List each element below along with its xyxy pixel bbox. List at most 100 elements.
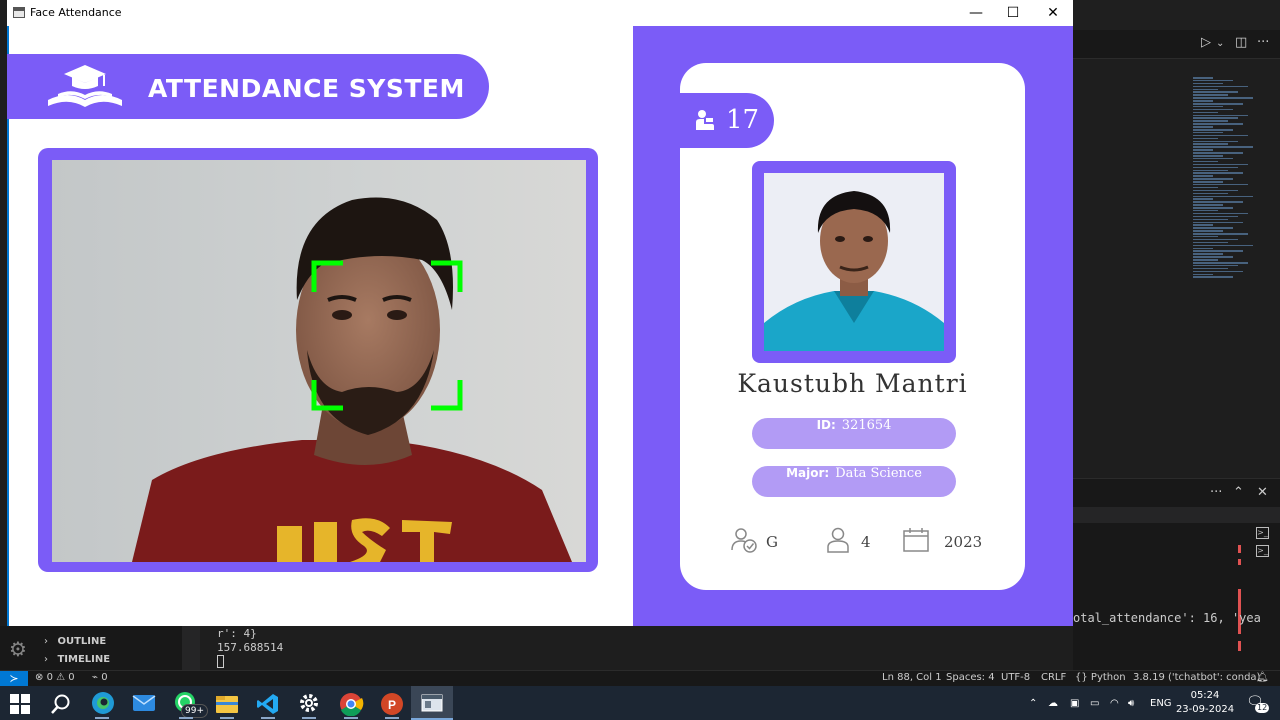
- python-app-window-icon[interactable]: [421, 693, 447, 717]
- minimap-line: [1193, 82, 1223, 85]
- edge-browser-icon[interactable]: [91, 691, 117, 715]
- minimap-line: [1193, 111, 1218, 114]
- minimap-line: [1193, 163, 1248, 166]
- webcam-feed: [52, 160, 586, 562]
- minimap[interactable]: [1193, 77, 1255, 287]
- minimap-line: [1193, 117, 1238, 119]
- end-of-line[interactable]: CRLF: [1041, 672, 1066, 683]
- minimap-line: [1193, 155, 1223, 157]
- status-bar: ≻ ⊗ 0 ⚠ 0 ⌁ 0 Ln 88, Col 1 Spaces: 4 UTF…: [0, 670, 1280, 687]
- close-button[interactable]: ✕: [1038, 3, 1068, 23]
- terminal-instance-icon[interactable]: >_: [1256, 545, 1269, 557]
- minimap-line: [1193, 140, 1238, 143]
- minimap-line: [1193, 108, 1233, 111]
- minimap-line: [1193, 209, 1218, 212]
- minimap-line: [1193, 175, 1213, 177]
- windows-start-icon[interactable]: [9, 693, 35, 717]
- wifi-icon[interactable]: ◠: [1110, 698, 1119, 709]
- search-icon[interactable]: [50, 693, 76, 717]
- close-panel-icon[interactable]: ✕: [1257, 485, 1268, 500]
- terminal-scroll-marks: [1238, 545, 1242, 660]
- terminal-cursor: [217, 655, 224, 668]
- terminal-instance-icon[interactable]: >_: [1256, 527, 1269, 539]
- minimap-line: [1193, 146, 1253, 148]
- major-value: Data Science: [835, 466, 922, 481]
- problems-status[interactable]: ⊗ 0 ⚠ 0: [35, 672, 75, 683]
- encoding[interactable]: UTF-8: [1001, 672, 1030, 683]
- python-interpreter[interactable]: 3.8.19 ('tchatbot': conda): [1133, 672, 1260, 683]
- calendar-icon: [903, 528, 929, 552]
- minimap-line: [1193, 85, 1248, 88]
- chevron-right-icon: ›: [44, 654, 48, 665]
- user-icon: [827, 527, 849, 553]
- taskbar-running-indicator: [261, 717, 275, 719]
- student-info-panel: 17 Kaustubh Mantri ID: 321654 Major: Dat…: [633, 26, 1073, 626]
- minimap-line: [1193, 238, 1238, 241]
- powerpoint-icon[interactable]: P: [380, 692, 406, 716]
- total-attendance-badge: 17: [680, 93, 774, 148]
- graduation-cap-book-icon: [48, 65, 122, 107]
- minimap-line: [1193, 218, 1228, 221]
- minimap-line: [1193, 212, 1248, 215]
- show-hidden-icons-chevron-icon[interactable]: ⌃: [1029, 698, 1037, 709]
- onedrive-icon[interactable]: ☁: [1048, 698, 1058, 709]
- minimap-line: [1193, 88, 1218, 91]
- taskbar-running-indicator: [220, 717, 234, 719]
- minimap-line: [1193, 262, 1248, 264]
- window-titlebar[interactable]: Face Attendance — ☐ ✕: [7, 0, 1073, 26]
- svg-text:P: P: [388, 698, 396, 712]
- file-explorer-icon[interactable]: [215, 693, 241, 717]
- volume-icon[interactable]: 🔊︎: [1128, 698, 1134, 709]
- timeline-section[interactable]: › TIMELINE: [44, 654, 110, 665]
- chrome-icon[interactable]: [339, 692, 365, 716]
- taskbar-clock[interactable]: 05:24 23-09-2024: [1170, 689, 1240, 717]
- minimap-line: [1193, 103, 1243, 105]
- run-menu-chevron-icon[interactable]: ⌄: [1216, 38, 1224, 49]
- editor-area[interactable]: [1073, 58, 1280, 478]
- ports-status[interactable]: ⌁ 0: [92, 672, 108, 683]
- input-language[interactable]: ENG: [1150, 698, 1172, 709]
- language-mode[interactable]: {} Python: [1075, 672, 1126, 683]
- terminal-main[interactable]: [182, 626, 1073, 670]
- minimap-line: [1193, 100, 1213, 102]
- split-editor-icon[interactable]: ◫: [1235, 35, 1247, 50]
- user-check-icon: [731, 528, 757, 553]
- minimap-line: [1193, 126, 1213, 128]
- manage-gear-icon[interactable]: ⚙: [9, 639, 29, 659]
- minimap-line: [1193, 152, 1243, 154]
- attendance-app: ATTENDANCE SYSTEM 17 Kaustubh Mantri ID:…: [7, 26, 1073, 626]
- student-id-pill: ID: 321654: [752, 418, 956, 449]
- minimap-line: [1193, 235, 1218, 238]
- maximize-button[interactable]: ☐: [998, 3, 1028, 23]
- starting-year-value: 2023: [944, 533, 983, 551]
- student-photo-frame: [752, 161, 956, 363]
- more-actions-icon[interactable]: ···: [1257, 35, 1269, 50]
- minimap-line: [1193, 137, 1218, 140]
- settings-gear-icon[interactable]: [298, 692, 324, 716]
- page-title: ATTENDANCE SYSTEM: [148, 74, 465, 103]
- language-label: Python: [1090, 672, 1126, 683]
- minimize-button[interactable]: —: [961, 3, 991, 23]
- run-icon[interactable]: ▷: [1201, 35, 1211, 50]
- warning-icon: ⚠: [56, 672, 66, 683]
- remote-indicator-icon[interactable]: ≻: [0, 671, 28, 687]
- maximize-panel-icon[interactable]: ⌃: [1233, 485, 1244, 500]
- minimap-line: [1193, 264, 1238, 267]
- notification-count: 12: [1255, 703, 1270, 713]
- cursor-position[interactable]: Ln 88, Col 1: [882, 672, 942, 683]
- battery-icon[interactable]: ▭: [1090, 698, 1099, 709]
- chevron-right-icon: ›: [44, 636, 48, 647]
- minimap-line: [1193, 123, 1243, 125]
- notifications-bell-icon[interactable]: 🔔︎: [1256, 672, 1269, 683]
- timeline-label: TIMELINE: [57, 654, 111, 665]
- mail-icon[interactable]: [132, 692, 158, 716]
- tray-app-icon[interactable]: ▣: [1070, 698, 1079, 709]
- vscode-icon[interactable]: [256, 692, 282, 716]
- minimap-line: [1193, 270, 1243, 273]
- indentation[interactable]: Spaces: 4: [946, 672, 995, 683]
- minimap-line: [1193, 105, 1223, 108]
- terminal-panel[interactable]: [1073, 506, 1280, 670]
- ports-count: 0: [101, 672, 108, 683]
- outline-section[interactable]: › OUTLINE: [44, 636, 106, 647]
- panel-more-icon[interactable]: ···: [1210, 485, 1222, 500]
